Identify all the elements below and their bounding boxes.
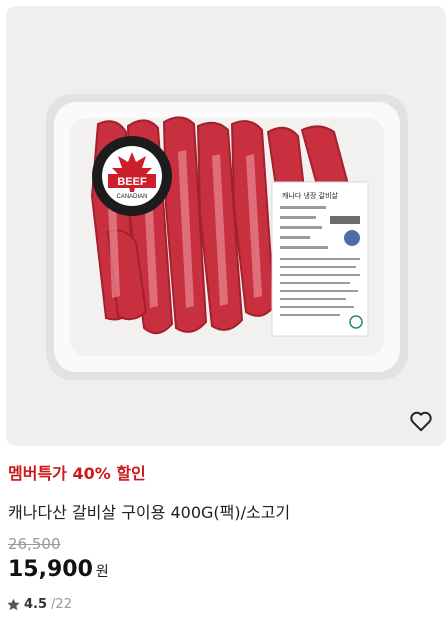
product-photo: BEEF CANADIAN 캐나다 냉장 갈비살 [46,94,408,380]
rating: 4.5 / 22 [6,597,72,612]
product-title[interactable]: 캐나다산 갈비살 구이용 400G(팩)/소고기 [8,499,290,523]
review-count: 22 [55,597,72,612]
currency-unit: 원 [95,564,109,580]
badge-text: BEEF [117,176,147,188]
sticker-title: 캐나다 냉장 갈비살 [282,191,339,200]
wishlist-button[interactable] [408,408,434,434]
rating-score: 4.5 [24,597,48,612]
promo-label: 멤버특가 40% 할인 [8,464,146,483]
product-card[interactable]: BEEF CANADIAN 캐나다 냉장 갈비살 멤버특가 40% 할인 캐나다… [0,0,448,631]
price-row: 15,900 원 [8,557,109,582]
star-icon [7,598,20,611]
badge-sub-text: CANADIAN [116,194,147,200]
heart-outline-icon [410,411,432,432]
original-price: 26,500 [8,535,61,553]
product-image[interactable]: BEEF CANADIAN 캐나다 냉장 갈비살 [6,6,446,446]
sale-price: 15,900 [8,557,93,582]
